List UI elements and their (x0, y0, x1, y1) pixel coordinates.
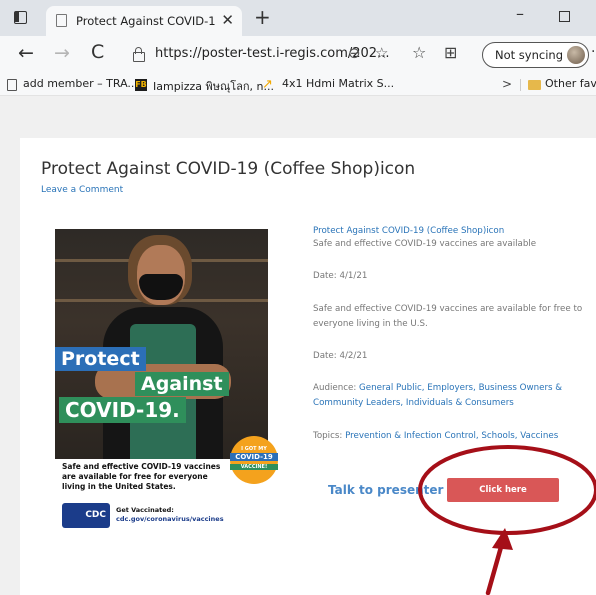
badge-bottom-text: VACCINE! (230, 464, 278, 470)
description-line-2: everyone living in the U.S. (313, 319, 428, 329)
description-line-1: Safe and effective COVID-19 vaccines are… (313, 304, 583, 314)
talk-to-presenter-label: Talk to presenter : (328, 483, 453, 497)
new-tab-button[interactable]: + (254, 5, 271, 29)
click-here-button[interactable]: Click here (447, 478, 559, 502)
poster-caption: Safe and effective COVID-19 vaccines are… (62, 462, 221, 491)
date-2: Date: 4/2/21 (313, 351, 368, 361)
cdc-logo: CDC (62, 503, 110, 528)
profile-button[interactable]: Not syncing (482, 42, 589, 68)
close-icon[interactable]: ✕ (221, 11, 234, 29)
page-icon (7, 79, 17, 91)
reload-button[interactable]: C (91, 41, 104, 63)
vaccine-badge: I GOT MY COVID-19 VACCINE! (230, 436, 278, 484)
page-icon (56, 14, 67, 27)
page-title: Protect Against COVID-19 (Coffee Shop)ic… (41, 159, 416, 179)
back-button[interactable]: ← (18, 42, 34, 64)
poster-image: Protect Against COVID-19. (55, 229, 268, 459)
poster-subtitle: Safe and effective COVID-19 vaccines are… (313, 239, 537, 249)
browser-tab[interactable]: Protect Against COVID-19 (Coffe ✕ (46, 6, 242, 36)
minimize-icon[interactable]: – (516, 4, 524, 23)
leave-comment-link[interactable]: Leave a Comment (41, 185, 123, 195)
cdc-label: Get Vaccinated: (116, 506, 174, 514)
address-bar[interactable]: https://poster-test.i-regis.com/202... ⊖… (122, 41, 389, 69)
divider (520, 79, 521, 91)
audience-link-2[interactable]: Community Leaders, Individuals & Consume… (313, 396, 514, 410)
favorite-item-add-member[interactable]: add member – TRA... (23, 77, 138, 90)
favorite-item-iampizza[interactable]: Iampizza พิษณุโลก, n... (153, 77, 274, 95)
collections-icon[interactable]: ⊞ (444, 43, 457, 62)
forward-button[interactable]: → (54, 42, 70, 64)
badge-top-text: I GOT MY (241, 446, 267, 452)
post-card: Protect Against COVID-19 (Coffee Shop)ic… (20, 138, 596, 595)
audience-label: Audience: (313, 383, 357, 393)
poster-title-link[interactable]: Protect Against COVID-19 (Coffee Shop)ic… (313, 224, 504, 238)
tab-title: Protect Against COVID-19 (Coffe (76, 14, 216, 28)
cdc-get-vaccinated: Get Vaccinated: cdc.gov/coronavirus/vacc… (116, 506, 224, 524)
poster-headline-1: Protect (55, 347, 146, 371)
site-logo-icon: FB (135, 79, 147, 91)
badge-mid-text: COVID-19 (230, 453, 278, 461)
browser-toolbar: ← → C https://poster-test.i-regis.com/20… (0, 36, 596, 74)
maximize-icon[interactable] (559, 11, 570, 22)
poster-headline-3: COVID-19. (59, 397, 186, 423)
add-favorite-icon[interactable]: ☆ (375, 44, 388, 62)
date-1: Date: 4/1/21 (313, 271, 368, 281)
favorites-icon[interactable]: ☆ (412, 43, 426, 62)
poster-headline-2: Against (135, 372, 229, 396)
favorites-bar: add member – TRA... FB Iampizza พิษณุโลก… (0, 74, 596, 96)
avatar (567, 46, 585, 64)
audience-link-1[interactable]: General Public, Employers, Business Owne… (359, 383, 562, 393)
topics-links[interactable]: Prevention & Infection Control, Schools,… (345, 431, 558, 441)
chevron-right-icon[interactable]: > (502, 77, 512, 91)
zoom-icon[interactable]: ⊖ (348, 44, 361, 62)
tab-actions-icon[interactable] (14, 11, 27, 24)
other-favorites[interactable]: Other favori (545, 77, 596, 90)
topics-label: Topics: (313, 431, 343, 441)
page-background: Protect Against COVID-19 (Coffee Shop)ic… (0, 96, 596, 595)
profile-label: Not syncing (495, 48, 563, 62)
audience: Audience: General Public, Employers, Bus… (313, 381, 562, 395)
lock-icon[interactable] (133, 47, 145, 62)
tab-strip: Protect Against COVID-19 (Coffe ✕ + – (0, 0, 596, 36)
topics: Topics: Prevention & Infection Control, … (313, 429, 558, 443)
arrow-logo-icon: ↗ (262, 77, 273, 92)
folder-icon (528, 80, 541, 90)
more-icon[interactable]: · (591, 44, 595, 60)
cdc-url: cdc.gov/coronavirus/vaccines (116, 515, 224, 523)
favorite-item-hdmi-matrix[interactable]: 4x1 Hdmi Matrix S... (282, 77, 394, 90)
